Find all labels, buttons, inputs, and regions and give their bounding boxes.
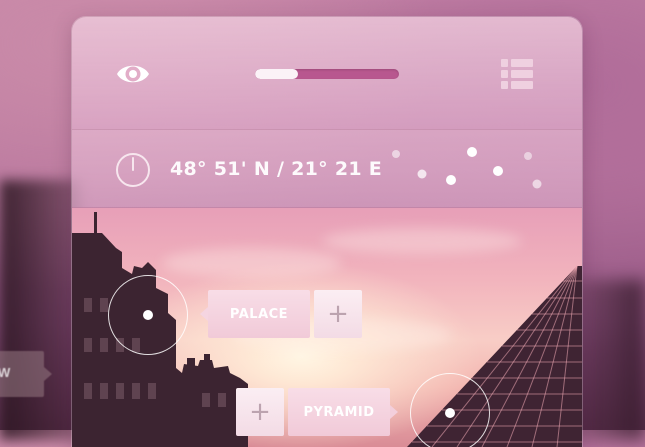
progress-fill [255, 69, 299, 79]
marker-dot [445, 408, 455, 418]
plus-icon: + [327, 299, 349, 329]
add-palace-button[interactable]: + [314, 290, 362, 338]
eye-icon [117, 65, 149, 83]
background-blur-left [0, 180, 80, 440]
location-bar: 48° 51' N / 21° 21 E [72, 130, 582, 208]
header-bar [72, 17, 582, 130]
power-icon [116, 153, 150, 187]
background-tag-label: W [0, 365, 11, 380]
menu-button[interactable] [500, 58, 534, 90]
background-tag-pointer [44, 367, 52, 381]
app-window: 48° 51' N / 21° 21 E PALACE + + PYRAMID [72, 17, 582, 447]
pyramid-label[interactable]: PYRAMID [288, 388, 398, 436]
coordinates-text: 48° 51' N / 21° 21 E [170, 158, 383, 180]
plus-icon: + [249, 397, 271, 427]
progress-bar[interactable] [255, 69, 399, 79]
marker-dot [143, 310, 153, 320]
add-pyramid-button[interactable]: + [236, 388, 284, 436]
map-marker-pyramid[interactable] [410, 373, 490, 447]
eye-button[interactable] [116, 59, 150, 89]
map-marker-palace[interactable] [108, 275, 188, 355]
background-tag: W [0, 351, 52, 397]
list-menu-icon [501, 59, 533, 89]
power-button[interactable] [114, 151, 152, 189]
palace-label[interactable]: PALACE [200, 290, 310, 338]
signal-dots [392, 147, 542, 189]
